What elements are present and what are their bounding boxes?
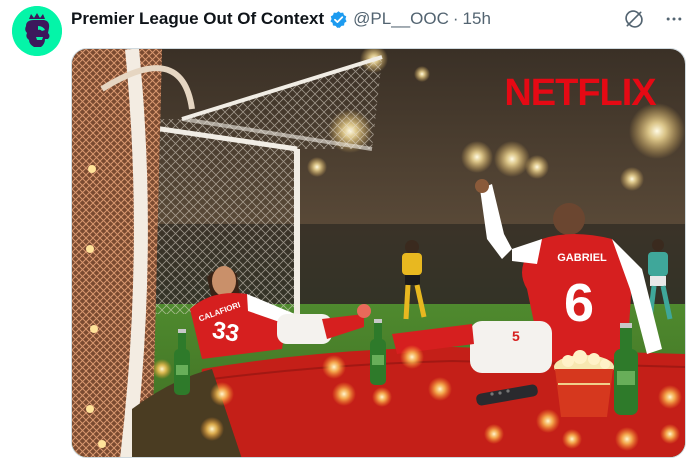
- separator-dot: ·: [452, 9, 459, 28]
- player-back-number: 6: [564, 273, 594, 333]
- premier-league-lion-icon: [12, 6, 62, 56]
- red-blanket: [200, 347, 685, 457]
- grok-icon[interactable]: [622, 7, 646, 31]
- popcorn-bucket: [554, 350, 614, 417]
- tweet-media-image[interactable]: NETFLIX 33 CALAFIORI GABRIEL 6 5: [71, 48, 686, 458]
- player-left-number: 33: [210, 317, 241, 348]
- tweet-timestamp[interactable]: 15h: [463, 9, 491, 29]
- player-back-name: GABRIEL: [557, 252, 607, 264]
- author-name[interactable]: Premier League Out Of Context: [71, 9, 324, 29]
- author-handle[interactable]: @PL__OOC: [353, 9, 449, 29]
- more-horizontal-icon[interactable]: [662, 7, 686, 31]
- author-avatar[interactable]: [12, 6, 62, 56]
- tweet-header: Premier League Out Of Context @PL__OOC ·…: [71, 6, 686, 32]
- netflix-logo: NETFLIX: [504, 72, 657, 114]
- player-shorts-number: 5: [512, 328, 520, 344]
- verified-badge-icon: [329, 10, 348, 29]
